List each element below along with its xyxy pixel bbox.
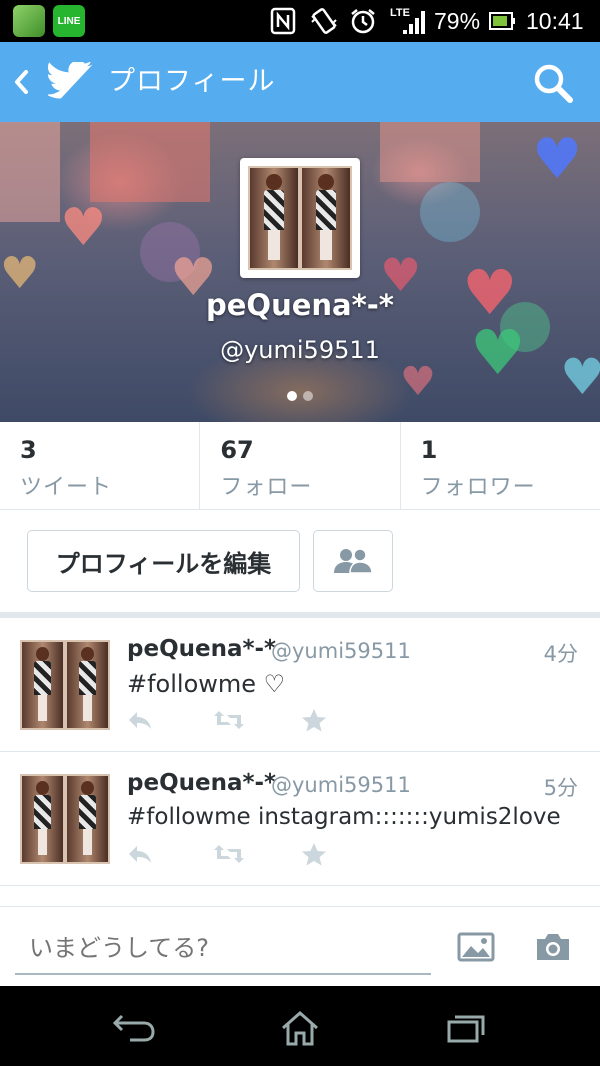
home-icon bbox=[282, 1010, 318, 1046]
stat-label: フォロー bbox=[220, 475, 313, 500]
stat-label: ツイート bbox=[20, 475, 113, 500]
nfc-icon bbox=[268, 6, 298, 36]
back-arrow-icon bbox=[112, 1014, 155, 1042]
tweet-author-name: peQuena*-* bbox=[127, 770, 277, 796]
signal-icon bbox=[398, 6, 428, 36]
stat-count: 1 bbox=[420, 436, 438, 464]
retweet-button[interactable] bbox=[213, 708, 245, 732]
tweet-author-handle: @yumi59511 bbox=[271, 773, 411, 797]
recents-icon bbox=[447, 1015, 485, 1043]
profile-handle: @yumi59511 bbox=[220, 336, 380, 364]
header-background bbox=[380, 122, 480, 182]
profile-name: peQuena*-* bbox=[206, 288, 394, 322]
stat-count: 67 bbox=[220, 436, 254, 464]
system-nav-bar bbox=[0, 986, 600, 1066]
battery-icon bbox=[488, 6, 516, 36]
header-background bbox=[0, 122, 60, 222]
reply-button[interactable] bbox=[126, 842, 154, 866]
camera-icon bbox=[537, 934, 569, 960]
header-background bbox=[90, 122, 210, 202]
compose-input[interactable] bbox=[15, 923, 431, 975]
status-bar: LINE LTE 79% 10:41 bbox=[0, 0, 600, 42]
stat-following[interactable]: 67 フォロー bbox=[200, 422, 401, 509]
tweet-author-name: peQuena*-* bbox=[127, 636, 277, 662]
image-icon bbox=[457, 932, 495, 962]
tweet-timestamp: 5分 bbox=[543, 776, 578, 800]
reply-icon bbox=[129, 712, 151, 729]
add-photo-button[interactable] bbox=[456, 927, 496, 967]
star-icon bbox=[302, 843, 326, 866]
app-toolbar: プロフィール bbox=[0, 42, 600, 122]
search-button[interactable] bbox=[530, 60, 576, 106]
page-indicator-dot-active[interactable] bbox=[287, 391, 297, 401]
edit-profile-button[interactable]: プロフィールを編集 bbox=[27, 530, 300, 592]
chevron-left-icon bbox=[15, 70, 28, 94]
find-people-button[interactable] bbox=[313, 530, 393, 592]
tweet-item[interactable]: peQuena*-* @yumi59511 4分 #followme ♡ bbox=[0, 618, 600, 752]
bokeh-light bbox=[420, 182, 480, 242]
twitter-bird-icon[interactable] bbox=[46, 60, 94, 102]
favorite-button[interactable] bbox=[300, 708, 328, 732]
avatar-photo bbox=[248, 166, 352, 270]
people-icon bbox=[334, 548, 373, 574]
profile-avatar[interactable] bbox=[240, 158, 360, 278]
star-icon bbox=[302, 709, 326, 732]
nav-back-button[interactable] bbox=[104, 1006, 164, 1050]
nav-home-button[interactable] bbox=[270, 1006, 330, 1050]
page-title: プロフィール bbox=[108, 66, 276, 97]
back-button[interactable] bbox=[6, 62, 36, 102]
clock: 10:41 bbox=[526, 8, 584, 34]
camera-button[interactable] bbox=[533, 927, 573, 967]
tweet-avatar[interactable] bbox=[20, 774, 110, 864]
vibrate-icon bbox=[308, 6, 340, 36]
favorite-button[interactable] bbox=[300, 842, 328, 866]
alarm-icon bbox=[348, 6, 378, 36]
tweet-text: #followme ♡ bbox=[127, 670, 286, 698]
app-notification-icon bbox=[13, 5, 45, 37]
profile-header: ♥ ♥ ♥ ♥ ♥ ♥ ♥ ♥ ♥ peQuena*-* @yumi59511 bbox=[0, 122, 600, 422]
line-label: LINE bbox=[57, 15, 81, 27]
search-icon bbox=[534, 64, 573, 103]
heart-bokeh: ♥ bbox=[60, 198, 107, 258]
page-indicator-dot[interactable] bbox=[303, 391, 313, 401]
stat-tweets[interactable]: 3 ツイート bbox=[0, 422, 201, 509]
tweet-composer bbox=[0, 906, 600, 986]
line-app-icon: LINE bbox=[53, 5, 85, 37]
tweet-author-handle: @yumi59511 bbox=[271, 639, 411, 663]
retweet-icon bbox=[214, 845, 244, 863]
reply-button[interactable] bbox=[126, 708, 154, 732]
tweet-avatar[interactable] bbox=[20, 640, 110, 730]
profile-stats: 3 ツイート 67 フォロー 1 フォロワー bbox=[0, 422, 600, 510]
stat-count: 3 bbox=[20, 436, 37, 464]
tweet-timestamp: 4分 bbox=[543, 642, 578, 666]
stat-followers[interactable]: 1 フォロワー bbox=[401, 422, 600, 509]
battery-percent: 79% bbox=[434, 8, 481, 34]
retweet-icon bbox=[214, 711, 244, 729]
reply-icon bbox=[129, 846, 151, 863]
tweet-text: #followme instagram:::::::yumis2love bbox=[127, 804, 561, 830]
stat-label: フォロワー bbox=[420, 475, 536, 500]
heart-bokeh: ♥ bbox=[400, 359, 436, 405]
heart-bokeh: ♥ bbox=[532, 127, 583, 192]
nav-recents-button[interactable] bbox=[436, 1006, 496, 1050]
tweet-item[interactable]: peQuena*-* @yumi59511 5分 #followme insta… bbox=[0, 752, 600, 886]
retweet-button[interactable] bbox=[213, 842, 245, 866]
